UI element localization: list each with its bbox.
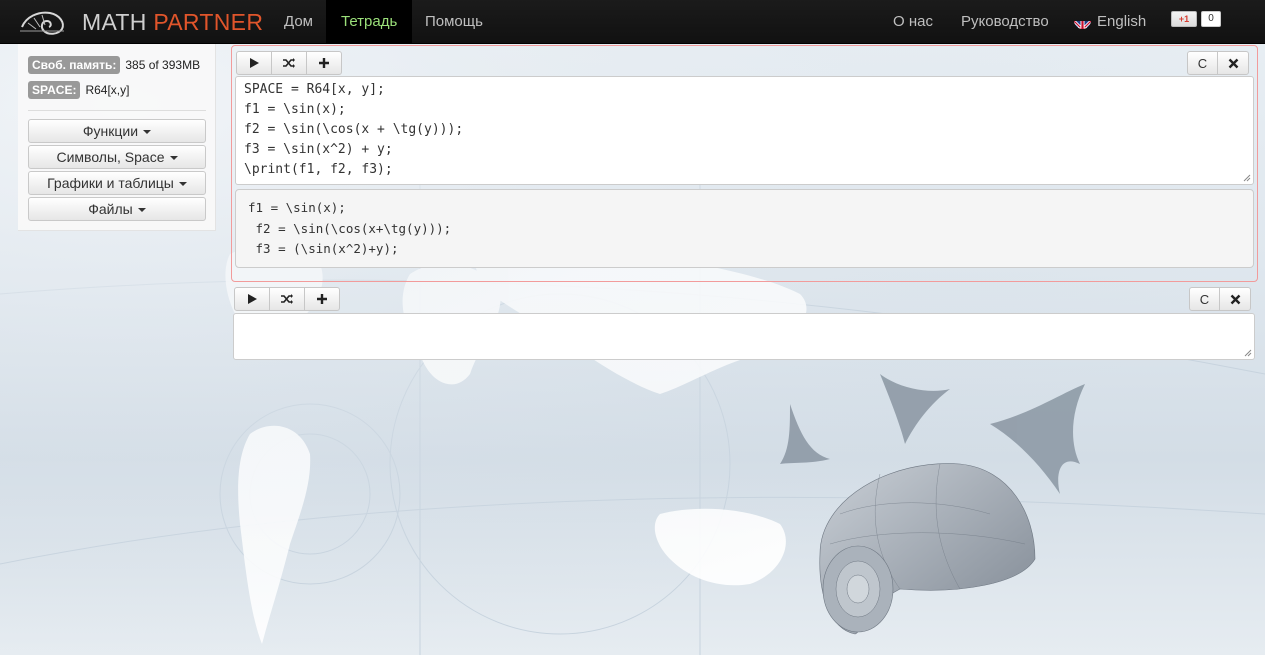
cell-actions: C [1187,51,1249,75]
shuffle-button[interactable] [271,51,307,75]
add-cell-button[interactable] [306,51,342,75]
symbols-space-dropdown-button[interactable]: Символы, Space [28,145,206,169]
resize-grip-icon[interactable] [1243,174,1251,182]
space-label: SPACE: [28,81,81,99]
caret-down-icon [137,208,146,212]
delete-cell-button[interactable] [1219,287,1251,311]
shuffle-button[interactable] [269,287,305,311]
notebook-cell-active: C SPACE = R64[x, y]; f1 = \sin(x); f2 = … [231,45,1258,282]
caret-down-icon [169,156,178,160]
files-dropdown-button[interactable]: Файлы [28,197,206,221]
cell-input-editor[interactable] [233,313,1255,360]
nautilus-shell-icon [20,11,64,35]
sidebar: Своб. память: 385 of 393MB SPACE: R64[x,… [18,44,216,231]
google-plus-count: 0 [1201,11,1221,27]
clear-button[interactable]: C [1189,287,1220,311]
cell-input-editor[interactable]: SPACE = R64[x, y]; f1 = \sin(x); f2 = \s… [235,76,1254,185]
language-selector[interactable]: English [1059,0,1161,44]
run-button[interactable] [234,287,270,311]
top-navbar: MATH PARTNER Дом Тетрадь Помощь О нас Ру… [0,0,1265,44]
space-status: SPACE: R64[x,y] [28,81,129,99]
nav-guide[interactable]: Руководство [946,0,1064,44]
cell-actions: C [1189,287,1251,311]
google-plus-button[interactable]: +1 [1171,11,1197,27]
memory-status: Своб. память: 385 of 393MB [28,56,200,74]
close-icon [1230,294,1240,304]
language-label: English [1097,13,1147,30]
cell-toolbar [234,287,340,311]
nav-about[interactable]: О нас [878,0,948,44]
plus-icon [319,58,329,68]
brand-name-math: MATH [82,8,147,35]
functions-dropdown-button[interactable]: Функции [28,119,206,143]
files-label: Файлы [88,201,133,217]
nav-notebook[interactable]: Тетрадь [326,0,413,44]
functions-label: Функции [82,123,139,139]
run-button[interactable] [236,51,272,75]
nav-help[interactable]: Помощь [410,0,498,44]
brand-name-partner: PARTNER [153,8,264,35]
close-icon [1228,58,1238,68]
graphs-tables-label: Графики и таблицы [47,175,174,191]
resize-grip-icon[interactable] [1244,349,1252,357]
plus-icon [317,294,327,304]
add-cell-button[interactable] [304,287,340,311]
uk-flag-icon [1074,12,1091,29]
caret-down-icon [178,182,187,186]
graphs-tables-dropdown-button[interactable]: Графики и таблицы [28,171,206,195]
symbols-space-label: Символы, Space [56,149,165,165]
delete-cell-button[interactable] [1217,51,1249,75]
google-plus-widget: +1 0 [1171,11,1221,27]
cell-toolbar [236,51,342,75]
play-icon [250,58,259,68]
caret-down-icon [143,130,152,134]
cell-output: f1 = \sin(x); f2 = \sin(\cos(x+\tg(y)));… [235,189,1254,268]
memory-value: 385 of 393MB [125,58,201,72]
space-value: R64[x,y] [85,83,130,97]
notebook-cell-empty: C [231,287,1258,363]
play-icon [248,294,257,304]
memory-label: Своб. память: [28,56,121,74]
clear-button[interactable]: C [1187,51,1218,75]
nav-home[interactable]: Дом [269,0,328,44]
brand-link[interactable]: MATH PARTNER [18,6,263,38]
shuffle-icon [283,58,295,68]
shuffle-icon [281,294,293,304]
sidebar-divider [28,110,206,111]
